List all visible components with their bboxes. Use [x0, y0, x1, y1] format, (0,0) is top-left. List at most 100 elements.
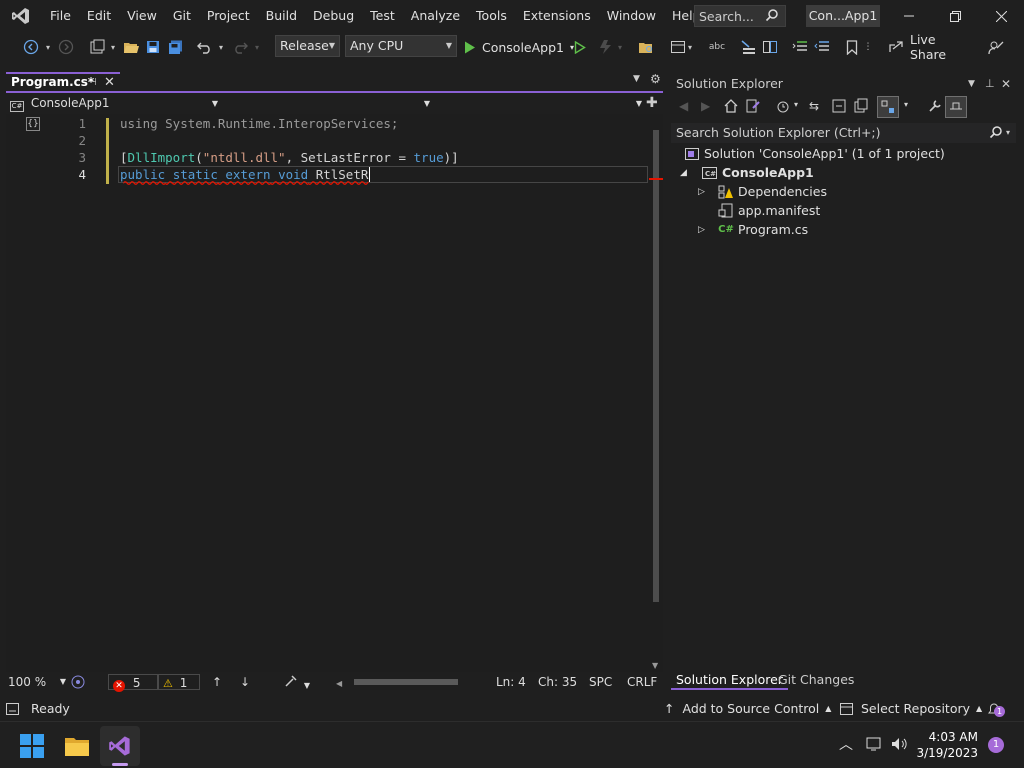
save-icon[interactable]: [143, 36, 163, 58]
program-cs-node[interactable]: ▷ C# Program.cs: [698, 221, 808, 239]
bookmark-icon[interactable]: [842, 36, 862, 58]
hot-reload-icon[interactable]: ▾: [595, 36, 625, 58]
toolbar-overflow-icon[interactable]: ⋮: [862, 36, 874, 58]
chevron-down-icon[interactable]: ▾: [108, 36, 118, 58]
next-issue-icon[interactable]: ↓: [240, 674, 256, 690]
menu-project[interactable]: Project: [199, 0, 258, 32]
collapse-all-icon[interactable]: [831, 98, 847, 117]
minimize-icon[interactable]: [886, 0, 932, 32]
layout-icon[interactable]: ▾: [666, 36, 696, 58]
code-line[interactable]: using System.Runtime.InteropServices;: [120, 116, 398, 131]
menu-edit[interactable]: Edit: [79, 0, 119, 32]
column-indicator[interactable]: Ch: 35: [538, 674, 577, 690]
line-indicator[interactable]: Ln: 4: [496, 674, 526, 690]
type-navigation-select[interactable]: ▼: [222, 95, 432, 113]
solution-explorer-search-input[interactable]: Search Solution Explorer (Ctrl+;) ▾: [671, 123, 1016, 143]
sync-with-document-icon[interactable]: ⇆: [809, 99, 819, 113]
notification-center-badge[interactable]: 1: [988, 737, 1004, 753]
search-input[interactable]: Search...: [694, 5, 786, 27]
close-window-icon[interactable]: [978, 0, 1024, 32]
pending-changes-filter-icon[interactable]: [775, 98, 791, 117]
start-without-debugging-icon[interactable]: [570, 36, 590, 58]
menu-analyze[interactable]: Analyze: [403, 0, 468, 32]
collapsed-chevron-icon[interactable]: ▷: [698, 183, 712, 201]
feedback-icon[interactable]: [985, 36, 1007, 58]
save-all-icon[interactable]: [165, 36, 185, 58]
split-view-icon[interactable]: [760, 36, 780, 58]
show-all-files-icon[interactable]: [853, 98, 869, 117]
pin-icon[interactable]: ⊥: [985, 74, 995, 94]
forward-icon[interactable]: ▶: [701, 99, 710, 113]
undo-icon[interactable]: [195, 36, 215, 58]
menu-tools[interactable]: Tools: [468, 0, 515, 32]
code-health-icon[interactable]: [70, 674, 92, 690]
member-navigation-select[interactable]: ▼: [434, 95, 644, 113]
project-navigation-select[interactable]: C# ConsoleApp1 ▼: [10, 95, 220, 113]
tab-git-changes[interactable]: Git Changes: [773, 670, 859, 690]
windows-start-icon[interactable]: [12, 726, 52, 766]
chevron-down-icon[interactable]: ▾: [43, 36, 53, 58]
pin-preview-icon[interactable]: [945, 96, 967, 118]
tab-solution-explorer[interactable]: Solution Explorer: [671, 670, 788, 690]
whitespace-indicator[interactable]: SPC: [589, 674, 612, 690]
pin-icon[interactable]: ⊣: [88, 74, 97, 91]
warnings-indicator[interactable]: ⚠ 1: [158, 674, 200, 690]
file-explorer-icon[interactable]: [57, 726, 97, 766]
menu-build[interactable]: Build: [258, 0, 305, 32]
home-icon[interactable]: [723, 98, 739, 117]
scroll-left-icon[interactable]: ◀: [336, 679, 342, 688]
vertical-scrollbar[interactable]: ▼: [649, 118, 663, 672]
preview-selected-items-icon[interactable]: [877, 96, 899, 118]
notifications-button[interactable]: 1: [986, 700, 1005, 718]
add-to-source-control-button[interactable]: ↑ Add to Source Control ▲: [664, 700, 831, 718]
expanded-chevron-icon[interactable]: ◢: [680, 164, 694, 182]
code-line[interactable]: public static extern void RtlSetR: [120, 167, 371, 182]
volume-icon[interactable]: [891, 736, 909, 755]
navigate-forward-icon[interactable]: [56, 36, 76, 58]
redo-icon[interactable]: [230, 36, 250, 58]
spell-check-icon[interactable]: abc: [706, 36, 728, 58]
code-editor[interactable]: {} 1 2 3 4 using System.Runtime.InteropS…: [6, 114, 663, 672]
chevron-down-icon[interactable]: ▾: [252, 36, 262, 58]
properties-wrench-icon[interactable]: [927, 98, 943, 117]
tab-list-dropdown-icon[interactable]: ▼: [633, 74, 640, 84]
solution-name-badge[interactable]: Con...App1: [806, 5, 880, 27]
chevron-down-icon[interactable]: ▾: [1006, 123, 1010, 142]
code-cleanup-icon[interactable]: ▼: [284, 674, 314, 690]
open-folder-icon[interactable]: [120, 36, 142, 58]
system-clock[interactable]: 4:03 AM 3/19/2023: [916, 729, 978, 761]
line-ending-indicator[interactable]: CRLF: [627, 674, 657, 690]
solution-node[interactable]: Solution 'ConsoleApp1' (1 of 1 project): [684, 145, 945, 163]
step-into-icon[interactable]: [738, 36, 758, 58]
indent-icon[interactable]: [790, 36, 810, 58]
menu-extensions[interactable]: Extensions: [515, 0, 599, 32]
menu-file[interactable]: File: [42, 0, 79, 32]
zoom-select[interactable]: 100 % ▼: [8, 674, 66, 690]
switch-views-icon[interactable]: [745, 98, 761, 117]
menu-git[interactable]: Git: [165, 0, 199, 32]
scrollbar-thumb[interactable]: [653, 130, 659, 602]
show-hidden-icons-icon[interactable]: ︿: [839, 734, 853, 754]
navigate-back-icon[interactable]: [20, 36, 42, 58]
live-share-button[interactable]: Live Share: [888, 32, 970, 62]
chevron-down-icon[interactable]: ▾: [794, 100, 798, 109]
scrollbar-thumb[interactable]: [353, 679, 458, 685]
app-manifest-node[interactable]: app.manifest: [718, 202, 820, 220]
chevron-down-icon[interactable]: ▾: [904, 100, 908, 109]
back-icon[interactable]: ◀: [679, 99, 688, 113]
collapsed-chevron-icon[interactable]: ▷: [698, 221, 712, 239]
close-tab-icon[interactable]: ✕: [104, 74, 115, 91]
horizontal-scrollbar[interactable]: ◀ ▶: [336, 674, 468, 706]
chevron-down-icon[interactable]: ▾: [216, 36, 226, 58]
select-repository-button[interactable]: Select Repository ▲: [840, 700, 982, 718]
menu-debug[interactable]: Debug: [305, 0, 362, 32]
settings-gear-icon[interactable]: ⚙: [650, 72, 661, 86]
usings-outline-icon[interactable]: {}: [26, 117, 40, 131]
start-debugging-button[interactable]: ConsoleApp1 ▾: [460, 36, 574, 58]
new-project-icon[interactable]: [86, 36, 108, 58]
menu-view[interactable]: View: [119, 0, 165, 32]
dependencies-node[interactable]: ▷ Dependencies: [698, 183, 827, 201]
project-node[interactable]: ◢ C# ConsoleApp1: [680, 164, 814, 182]
browse-folder-icon[interactable]: [636, 36, 656, 58]
split-editor-icon[interactable]: ✚: [646, 95, 658, 111]
